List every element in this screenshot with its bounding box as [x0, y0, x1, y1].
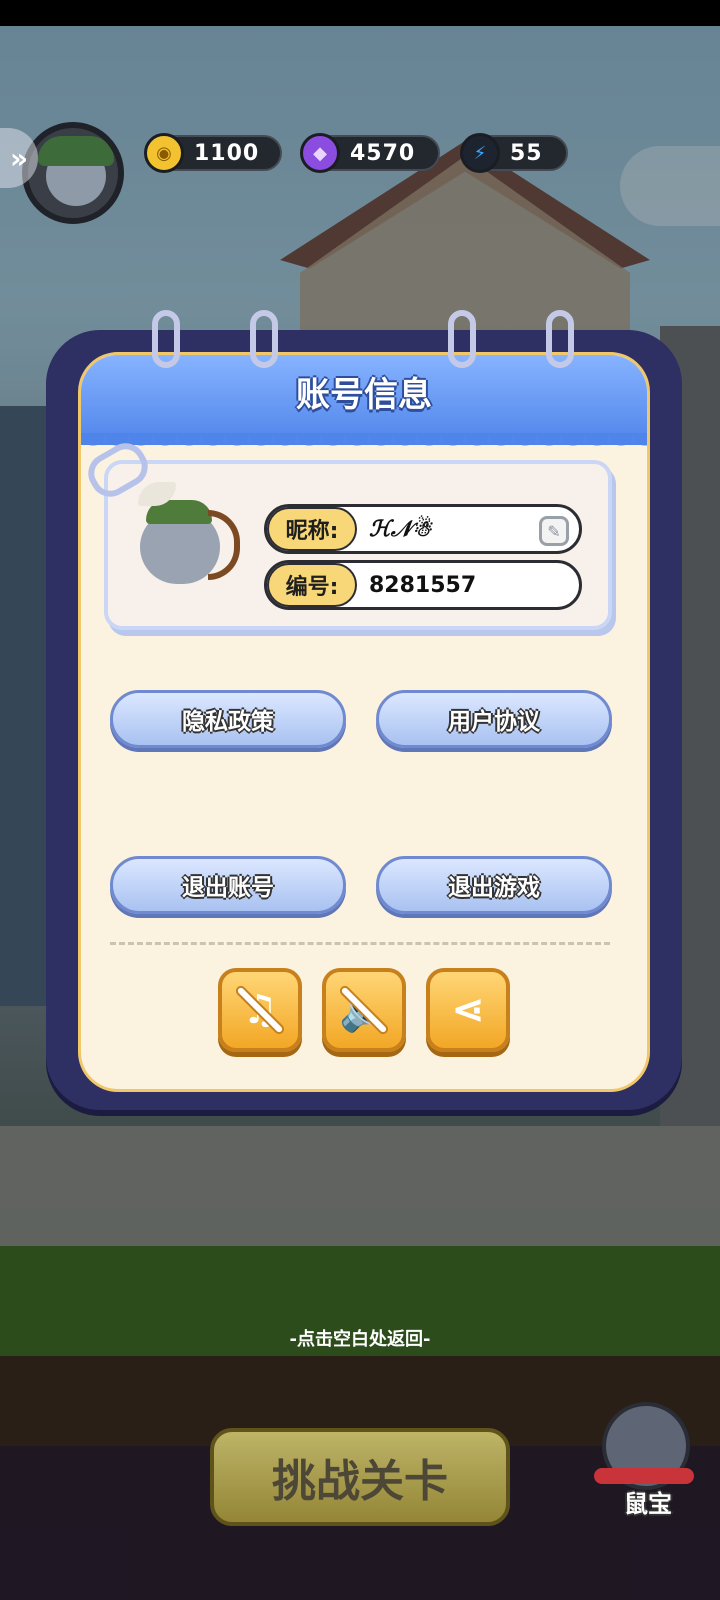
player-avatar[interactable]: [22, 122, 124, 224]
dialog-title: 账号信息: [296, 375, 432, 415]
privacy-policy-button[interactable]: 隐私政策: [110, 690, 346, 748]
energy-counter[interactable]: ⚡ 55: [460, 133, 568, 173]
status-bar: [0, 0, 720, 26]
tap-to-return-hint: -点击空白处返回-: [289, 1329, 431, 1350]
gold-value: 1100: [194, 140, 260, 166]
gem-icon: ◆: [300, 133, 340, 173]
share-icon: ⋖: [451, 987, 485, 1033]
id-field: 编号: 8281557: [264, 560, 582, 610]
nickname-field: 昵称: ℋ𝒩☃ ✎: [264, 504, 582, 554]
hat-icon: [38, 136, 114, 166]
notebook-ring-icon: [448, 310, 476, 368]
gold-counter[interactable]: ◉ 1100: [144, 133, 282, 173]
challenge-level-button[interactable]: 挑战关卡: [210, 1428, 510, 1526]
notebook-ring-icon: [546, 310, 574, 368]
share-button[interactable]: ⋖: [426, 968, 510, 1052]
music-toggle-button[interactable]: ♫: [218, 968, 302, 1052]
nickname-value: ℋ𝒩☃: [369, 516, 432, 542]
pet-label: 鼠宝: [624, 1490, 672, 1518]
gem-value: 4570: [350, 140, 416, 166]
id-label: 编号:: [267, 563, 357, 607]
logout-button[interactable]: 退出账号: [110, 856, 346, 914]
lightning-icon: ⚡: [460, 133, 500, 173]
nickname-label: 昵称:: [267, 507, 357, 551]
quit-game-button[interactable]: 退出游戏: [376, 856, 612, 914]
energy-value: 55: [510, 140, 543, 166]
edit-icon[interactable]: ✎: [539, 516, 569, 546]
user-agreement-button[interactable]: 用户协议: [376, 690, 612, 748]
scarf-icon: [594, 1468, 694, 1484]
notebook-ring-icon: [250, 310, 278, 368]
pet-button[interactable]: 鼠宝: [588, 1396, 700, 1518]
id-value: 8281557: [369, 572, 477, 598]
coin-icon: ◉: [144, 133, 184, 173]
character-portrait: [120, 480, 246, 600]
divider: [110, 942, 610, 945]
notebook-ring-icon: [152, 310, 180, 368]
gem-counter[interactable]: ◆ 4570: [300, 133, 440, 173]
sound-toggle-button[interactable]: 🔈: [322, 968, 406, 1052]
